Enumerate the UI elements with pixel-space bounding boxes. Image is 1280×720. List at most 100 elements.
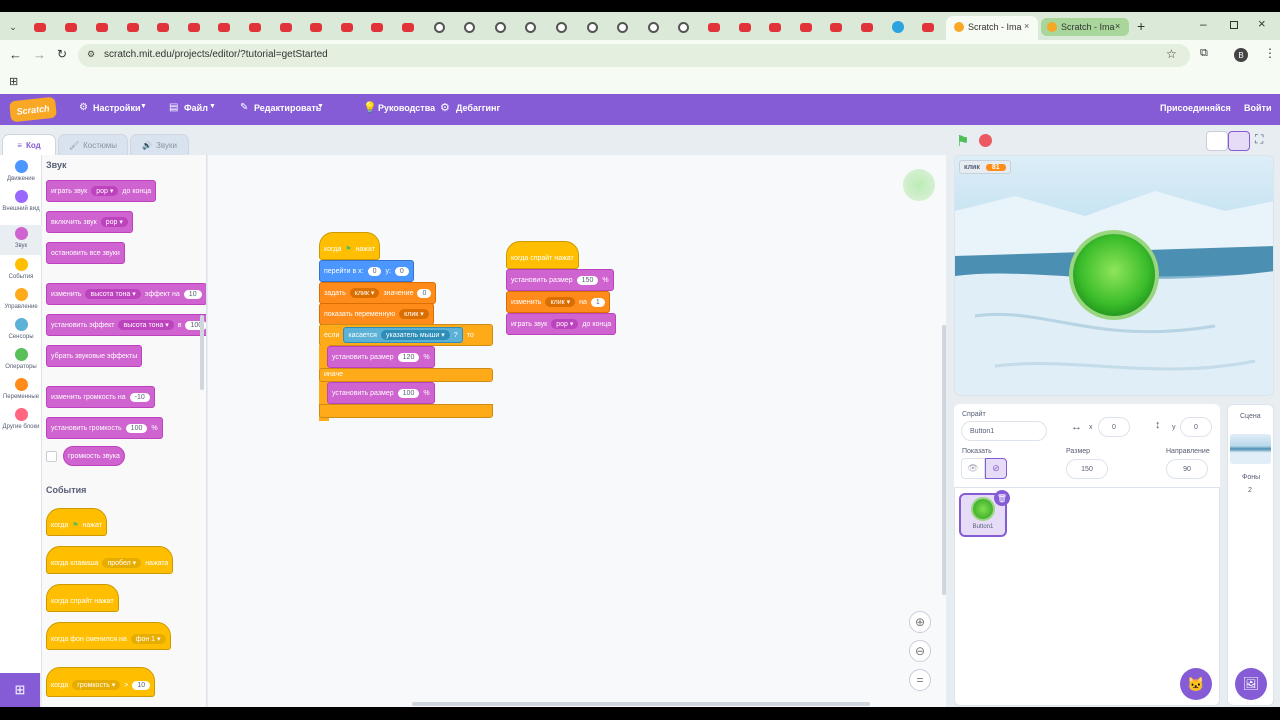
category-motion[interactable]: Движение <box>0 160 42 183</box>
block-volume-reporter[interactable]: громкость звука <box>63 446 125 466</box>
variable-dropdown[interactable]: клик ▾ <box>349 288 380 298</box>
close-tab-icon[interactable]: × <box>1115 21 1120 31</box>
browser-tab[interactable] <box>30 17 50 37</box>
code-workspace[interactable] <box>208 155 946 707</box>
browser-tab[interactable] <box>337 17 357 37</box>
category-sound[interactable]: Звук <box>0 225 42 255</box>
touching-block[interactable]: касается указатель мыши ▾? <box>343 327 463 343</box>
effect-dropdown[interactable]: высота тона ▾ <box>85 289 141 299</box>
value-input[interactable]: 1 <box>590 297 605 307</box>
browser-tab[interactable] <box>520 17 540 37</box>
sensor-dropdown[interactable]: громкость ▾ <box>72 680 121 690</box>
browser-tab[interactable] <box>826 17 846 37</box>
script2-play-sound[interactable]: играть звук pop ▾ до конца <box>506 313 617 335</box>
variable-dropdown[interactable]: клик ▾ <box>399 309 429 319</box>
size-input[interactable]: 120 <box>397 352 420 362</box>
direction-input[interactable]: 90 <box>1166 459 1208 479</box>
forward-icon[interactable]: → <box>33 47 46 62</box>
size-input[interactable]: 150 <box>576 275 599 285</box>
site-info-icon[interactable]: ⚙ <box>87 49 95 60</box>
reload-icon[interactable]: ↻ <box>57 47 67 61</box>
block-when-key-pressed[interactable]: когда клавиша пробел ▾ нажата <box>46 546 174 574</box>
browser-tab[interactable] <box>398 17 418 37</box>
tab-list-button[interactable]: ⌄ <box>3 17 23 37</box>
bookmark-star-icon[interactable]: ☆ <box>1166 47 1177 61</box>
browser-tab[interactable] <box>429 17 449 37</box>
number-input[interactable]: -10 <box>129 392 150 402</box>
browser-tab[interactable] <box>245 17 265 37</box>
minimize-icon[interactable]: – <box>1200 17 1207 31</box>
category-operators[interactable]: Операторы <box>0 348 42 371</box>
volume-checkbox[interactable] <box>46 451 57 462</box>
browser-tab[interactable] <box>367 17 387 37</box>
browser-tab[interactable] <box>612 17 632 37</box>
file-menu[interactable]: Файл <box>184 103 208 113</box>
add-sprite-button[interactable]: 🐱 <box>1180 668 1212 700</box>
sound-dropdown[interactable]: pop ▾ <box>91 186 119 196</box>
sprite-name-input[interactable]: Button1 <box>961 421 1047 441</box>
browser-tab[interactable] <box>796 17 816 37</box>
y-input[interactable]: 0 <box>1180 417 1212 437</box>
tab-sounds[interactable]: 🔊 Звуки <box>130 134 189 156</box>
browser-tab[interactable] <box>490 17 510 37</box>
backdrop-dropdown[interactable]: фон 1 ▾ <box>130 634 166 644</box>
sound-dropdown[interactable]: pop ▾ <box>100 217 128 227</box>
browser-tab[interactable] <box>765 17 785 37</box>
y-input[interactable]: 0 <box>394 266 409 276</box>
debugging-button[interactable]: Дебаггинг <box>456 103 500 113</box>
browser-tab[interactable] <box>306 17 326 37</box>
green-flag-button[interactable]: ⚑ <box>956 132 969 150</box>
block-change-effect[interactable]: изменить высота тона ▾ эффект на 10 <box>46 283 206 305</box>
workspace-vscrollbar[interactable] <box>942 325 946 595</box>
block-set-volume[interactable]: установить громкость 100% <box>46 417 163 439</box>
browser-tab[interactable] <box>276 17 296 37</box>
browser-tab[interactable] <box>184 17 204 37</box>
apps-grid-icon[interactable]: ⊞ <box>9 75 18 88</box>
category-my-blocks[interactable]: Другие блоки <box>0 408 42 431</box>
category-control[interactable]: Управление <box>0 288 42 311</box>
block-start-sound[interactable]: включить звук pop ▾ <box>46 211 133 233</box>
block-when-sprite-clicked[interactable]: когда спрайт нажат <box>46 584 119 612</box>
category-events[interactable]: События <box>0 258 42 281</box>
touching-dropdown[interactable]: указатель мыши ▾ <box>380 330 450 340</box>
button-sprite[interactable] <box>1073 234 1155 316</box>
category-sensing[interactable]: Сенсоры <box>0 318 42 341</box>
fullscreen-button[interactable]: ⛶ <box>1255 132 1263 147</box>
x-input[interactable]: 0 <box>367 266 382 276</box>
script1-set-variable[interactable]: задать клик ▾ значение 0 <box>319 282 437 304</box>
script1-set-size-120[interactable]: установить размер 120% <box>327 346 435 368</box>
script2-when-sprite-clicked[interactable]: когда спрайт нажат <box>506 241 579 269</box>
script2-change-variable[interactable]: изменить клик ▾ на 1 <box>506 291 610 313</box>
show-hidden-button[interactable]: ⊘ <box>985 458 1007 479</box>
show-visible-button[interactable]: 👁 <box>961 458 985 479</box>
browser-tab[interactable] <box>153 17 173 37</box>
tab-costumes[interactable]: 🖌 Костюмы <box>58 134 128 156</box>
browser-tab[interactable] <box>643 17 663 37</box>
browser-tab[interactable] <box>857 17 877 37</box>
palette-scrollbar[interactable] <box>200 315 204 390</box>
large-stage-button[interactable] <box>1228 131 1250 151</box>
browser-tab[interactable] <box>92 17 112 37</box>
block-stop-all-sounds[interactable]: остановить все звуки <box>46 242 125 264</box>
browser-tab[interactable] <box>888 17 908 37</box>
number-input[interactable]: 10 <box>183 289 202 299</box>
block-when-flag-clicked[interactable]: когда ⚑ нажат <box>46 508 107 536</box>
restore-icon[interactable] <box>1230 21 1238 29</box>
block-set-effect[interactable]: установить эффект высота тона ▾ в 100 <box>46 314 206 336</box>
block-when-loudness[interactable]: когда громкость ▾ >10 <box>46 667 156 697</box>
browser-tab[interactable] <box>582 17 602 37</box>
add-extension-button[interactable]: ⊞ <box>0 673 40 707</box>
extensions-icon[interactable]: ⧉ <box>1200 47 1208 60</box>
profile-avatar[interactable]: B <box>1234 48 1248 62</box>
back-icon[interactable]: ← <box>9 47 22 62</box>
tutorials-button[interactable]: Руководства <box>378 103 435 113</box>
script1-set-size-100[interactable]: установить размер 100% <box>327 382 435 404</box>
new-tab-button[interactable]: + <box>1137 18 1145 34</box>
block-play-sound-until-done[interactable]: играть звук pop ▾ до конца <box>46 180 157 202</box>
block-clear-sound-effects[interactable]: убрать звуковые эффекты <box>46 345 143 367</box>
block-change-volume[interactable]: изменить громкость на -10 <box>46 386 155 408</box>
small-stage-button[interactable] <box>1206 131 1228 151</box>
category-looks[interactable]: Внешний вид <box>0 190 42 213</box>
browser-tab[interactable] <box>123 17 143 37</box>
script2-set-size[interactable]: установить размер 150% <box>506 269 614 291</box>
